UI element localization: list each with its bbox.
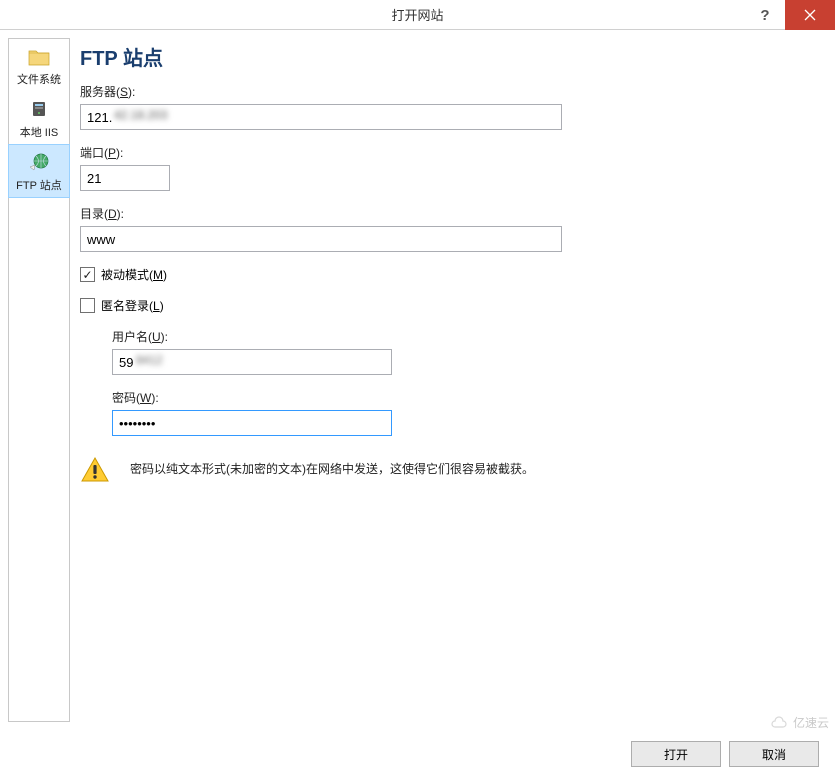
main-panel: FTP 站点 服务器(S): 42.18.203 端口(P): 目录(D): 被…	[76, 38, 827, 722]
window-title: 打开网站	[391, 5, 443, 24]
sidebar-item-label: 本地 IIS	[20, 127, 59, 139]
titlebar-controls: ?	[745, 0, 835, 30]
passive-mode-label: 被动模式(M)	[101, 266, 167, 283]
watermark: 亿速云	[769, 714, 829, 731]
dialog-button-row: 打开 取消	[631, 741, 819, 767]
username-input[interactable]	[112, 349, 392, 375]
anonymous-login-checkbox-row[interactable]: 匿名登录(L)	[80, 297, 813, 314]
sidebar-item-local-iis[interactable]: 本地 IIS	[9, 92, 69, 145]
warning-row: 密码以纯文本形式(未加密的文本)在网络中发送，这使得它们很容易被截获。	[80, 456, 813, 487]
server-input[interactable]	[80, 104, 562, 130]
sidebar-item-filesystem[interactable]: 文件系统	[9, 39, 69, 92]
directory-input[interactable]	[80, 226, 562, 252]
page-heading: FTP 站点	[80, 42, 813, 71]
username-label: 用户名(U):	[112, 328, 813, 345]
password-field-block: 密码(W):	[112, 389, 813, 436]
directory-field-block: 目录(D):	[80, 205, 813, 252]
warning-icon	[80, 456, 112, 487]
warning-text: 密码以纯文本形式(未加密的文本)在网络中发送，这使得它们很容易被截获。	[130, 456, 534, 477]
cancel-button[interactable]: 取消	[729, 741, 819, 767]
password-label: 密码(W):	[112, 389, 813, 406]
passive-mode-checkbox[interactable]	[80, 267, 95, 282]
directory-label: 目录(D):	[80, 205, 813, 222]
sidebar-item-ftp[interactable]: FTP 站点	[8, 144, 70, 198]
password-input[interactable]	[112, 410, 392, 436]
port-field-block: 端口(P):	[80, 144, 813, 191]
port-label: 端口(P):	[80, 144, 813, 161]
close-icon	[804, 9, 816, 21]
sidebar-item-label: 文件系统	[17, 74, 61, 86]
anonymous-login-label: 匿名登录(L)	[101, 297, 164, 314]
dialog-body: 文件系统 本地 IIS FTP 站点 FTP 站点 服务器(S): 42.18.…	[0, 30, 835, 730]
credentials-block: 用户名(U): 8412 密码(W):	[112, 328, 813, 436]
passive-mode-checkbox-row[interactable]: 被动模式(M)	[80, 266, 813, 283]
username-field-block: 用户名(U): 8412	[112, 328, 813, 375]
titlebar: 打开网站 ?	[0, 0, 835, 30]
close-button[interactable]	[785, 0, 835, 30]
open-button[interactable]: 打开	[631, 741, 721, 767]
server-icon	[11, 98, 67, 122]
globe-icon	[11, 151, 67, 175]
anonymous-login-checkbox[interactable]	[80, 298, 95, 313]
sidebar-item-label: FTP 站点	[16, 180, 62, 192]
port-input[interactable]	[80, 165, 170, 191]
server-label: 服务器(S):	[80, 83, 813, 100]
cloud-icon	[769, 716, 789, 730]
help-button[interactable]: ?	[745, 0, 785, 30]
folder-icon	[11, 45, 67, 69]
server-field-block: 服务器(S): 42.18.203	[80, 83, 813, 130]
watermark-text: 亿速云	[793, 714, 829, 731]
sidebar: 文件系统 本地 IIS FTP 站点	[8, 38, 70, 722]
